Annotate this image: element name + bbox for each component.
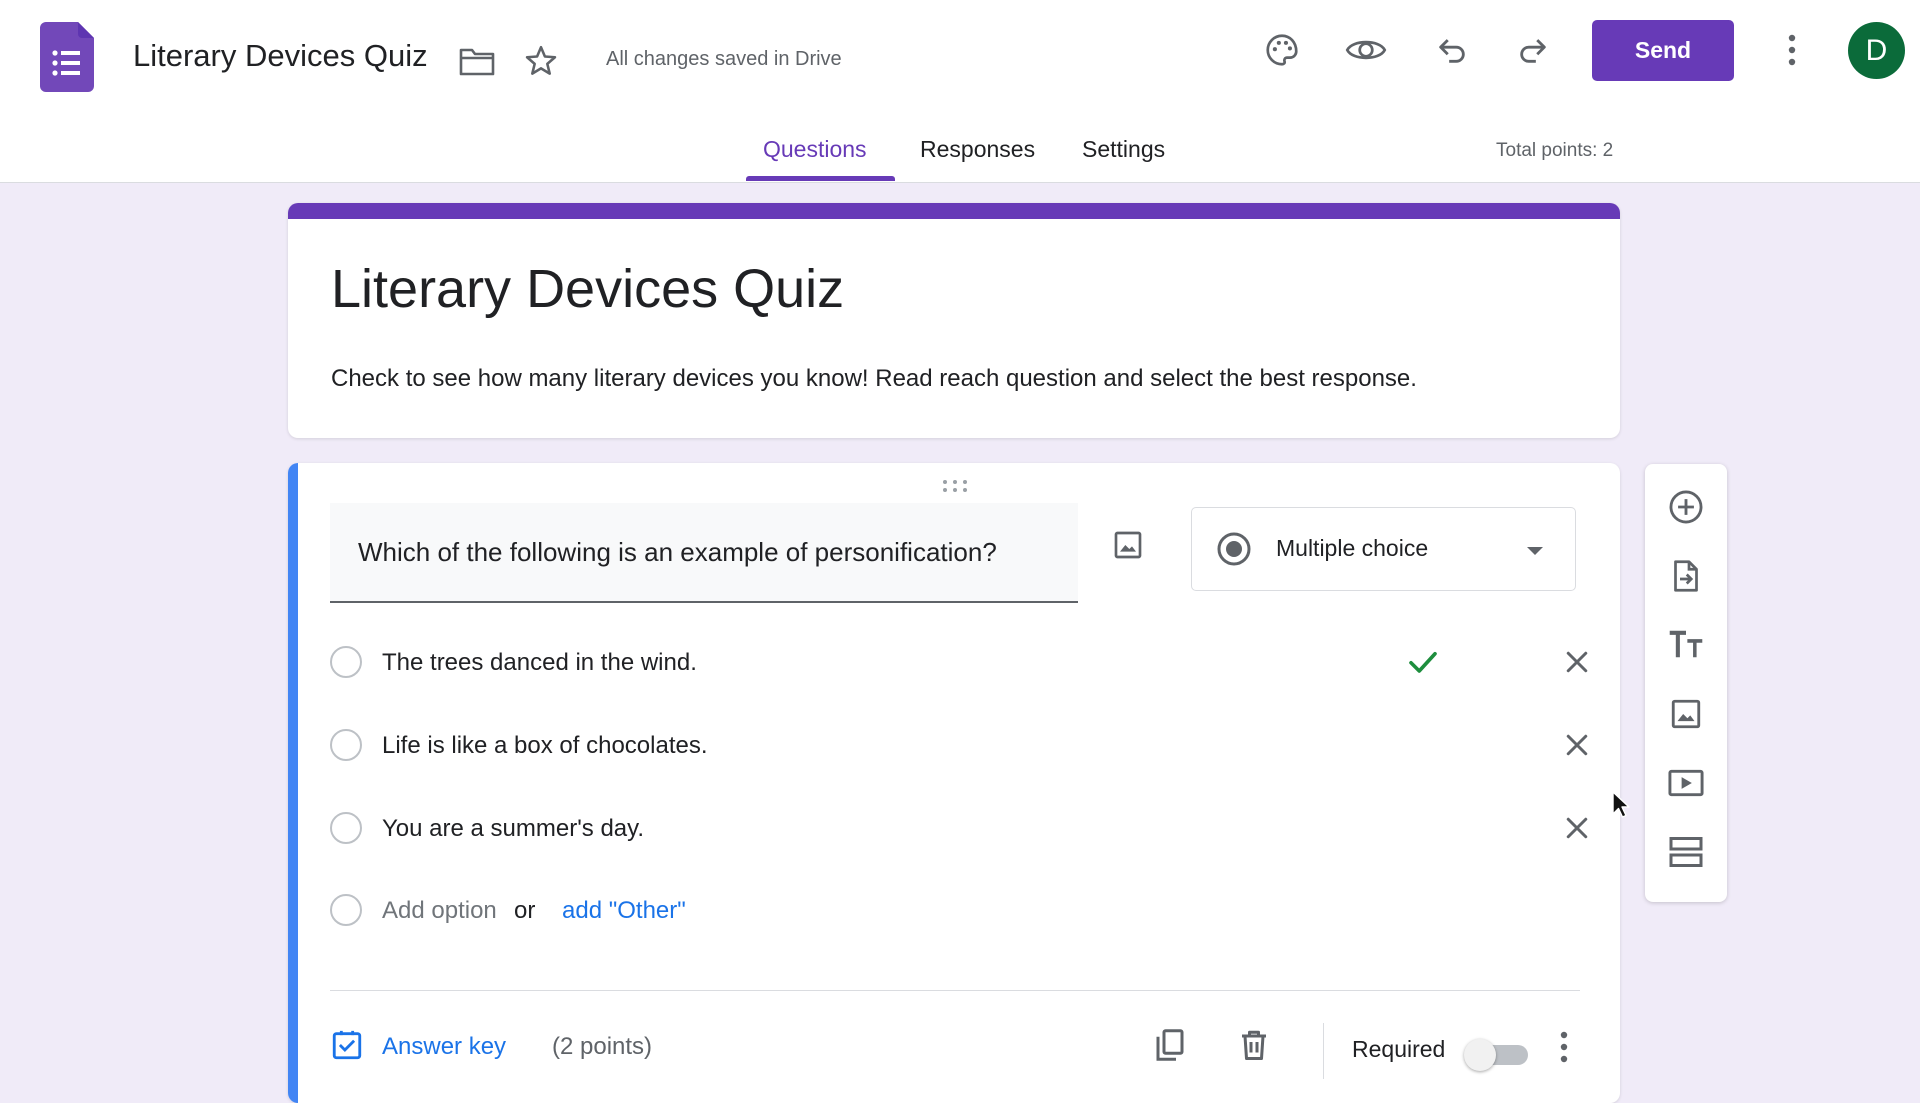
option-radio: [330, 812, 362, 844]
theme-accent-bar: [288, 203, 1620, 219]
mouse-cursor-icon: [1611, 790, 1631, 825]
add-title-icon[interactable]: [1666, 625, 1706, 665]
option-label[interactable]: Life is like a box of chocolates.: [382, 732, 708, 760]
forms-logo-icon[interactable]: [40, 22, 94, 92]
option-label[interactable]: You are a summer's day.: [382, 815, 644, 843]
question-type-label: Multiple choice: [1276, 535, 1429, 561]
card-divider: [330, 990, 1580, 991]
add-option-row[interactable]: Add option or add "Other": [330, 887, 1580, 937]
add-question-icon[interactable]: [1666, 487, 1706, 527]
save-status: All changes saved in Drive: [606, 48, 842, 70]
form-title-card[interactable]: Literary Devices Quiz Check to see how m…: [288, 203, 1620, 438]
answer-key-label: Answer key: [382, 1033, 507, 1060]
side-toolbar: [1645, 464, 1727, 902]
answer-key-checkbox-icon: [330, 1028, 364, 1067]
question-card[interactable]: Which of the following is an example of …: [288, 463, 1620, 1103]
active-tab-indicator: [746, 176, 895, 181]
add-option-input[interactable]: Add option: [382, 897, 497, 925]
redo-icon[interactable]: [1513, 30, 1553, 70]
top-header: Literary Devices Quiz All changes saved …: [0, 0, 1920, 183]
points-label: (2 points): [552, 1033, 653, 1060]
option-row[interactable]: Life is like a box of chocolates.: [330, 722, 1588, 772]
question-footer: Answer key (2 points) Required: [330, 1023, 1580, 1083]
correct-answer-check-icon: [1405, 644, 1441, 685]
document-title[interactable]: Literary Devices Quiz: [133, 38, 428, 74]
option-label[interactable]: The trees danced in the wind.: [382, 649, 697, 677]
tab-questions[interactable]: Questions: [763, 136, 867, 163]
remove-option-icon[interactable]: [1562, 647, 1592, 682]
question-type-dropdown[interactable]: Multiple choice: [1191, 507, 1576, 591]
folder-icon[interactable]: [458, 44, 496, 78]
tab-responses[interactable]: Responses: [920, 136, 1035, 163]
toggle-knob: [1464, 1039, 1496, 1071]
option-radio: [330, 646, 362, 678]
question-text[interactable]: Which of the following is an example of …: [358, 537, 997, 568]
more-vert-icon[interactable]: [1776, 30, 1808, 70]
remove-option-icon[interactable]: [1562, 730, 1592, 765]
star-icon[interactable]: [522, 42, 560, 80]
option-radio: [330, 894, 362, 926]
delete-trash-icon[interactable]: [1236, 1027, 1272, 1068]
add-image-icon[interactable]: [1108, 525, 1148, 565]
question-title-field[interactable]: Which of the following is an example of …: [330, 503, 1078, 603]
duplicate-icon[interactable]: [1152, 1027, 1188, 1068]
add-video-icon[interactable]: [1666, 763, 1706, 803]
active-question-indicator: [288, 463, 298, 1103]
required-toggle[interactable]: [1464, 1037, 1534, 1071]
preview-eye-icon[interactable]: [1344, 30, 1388, 70]
add-other-link[interactable]: add "Other": [562, 897, 686, 925]
remove-option-icon[interactable]: [1562, 813, 1592, 848]
option-radio: [330, 729, 362, 761]
add-image-icon[interactable]: [1666, 694, 1706, 734]
avatar[interactable]: D: [1848, 22, 1905, 79]
caret-down-icon: [1526, 543, 1544, 561]
send-button[interactable]: Send: [1592, 20, 1734, 81]
palette-icon[interactable]: [1262, 30, 1302, 70]
or-text: or: [514, 897, 536, 924]
add-section-icon[interactable]: [1666, 832, 1706, 872]
radio-button-icon: [1216, 531, 1252, 572]
undo-icon[interactable]: [1432, 30, 1472, 70]
drag-handle-icon[interactable]: [940, 477, 970, 495]
form-title[interactable]: Literary Devices Quiz: [331, 258, 844, 320]
more-options-icon[interactable]: [1560, 1031, 1568, 1068]
answer-key-button[interactable]: Answer key: [330, 1023, 506, 1071]
required-label: Required: [1352, 1036, 1446, 1062]
total-points: Total points: 2: [1496, 140, 1614, 161]
option-row[interactable]: The trees danced in the wind.: [330, 639, 1588, 689]
footer-divider: [1323, 1023, 1324, 1079]
option-row[interactable]: You are a summer's day.: [330, 805, 1588, 855]
import-questions-icon[interactable]: [1666, 556, 1706, 596]
form-description[interactable]: Check to see how many literary devices y…: [331, 365, 1417, 393]
tab-settings[interactable]: Settings: [1082, 136, 1165, 163]
